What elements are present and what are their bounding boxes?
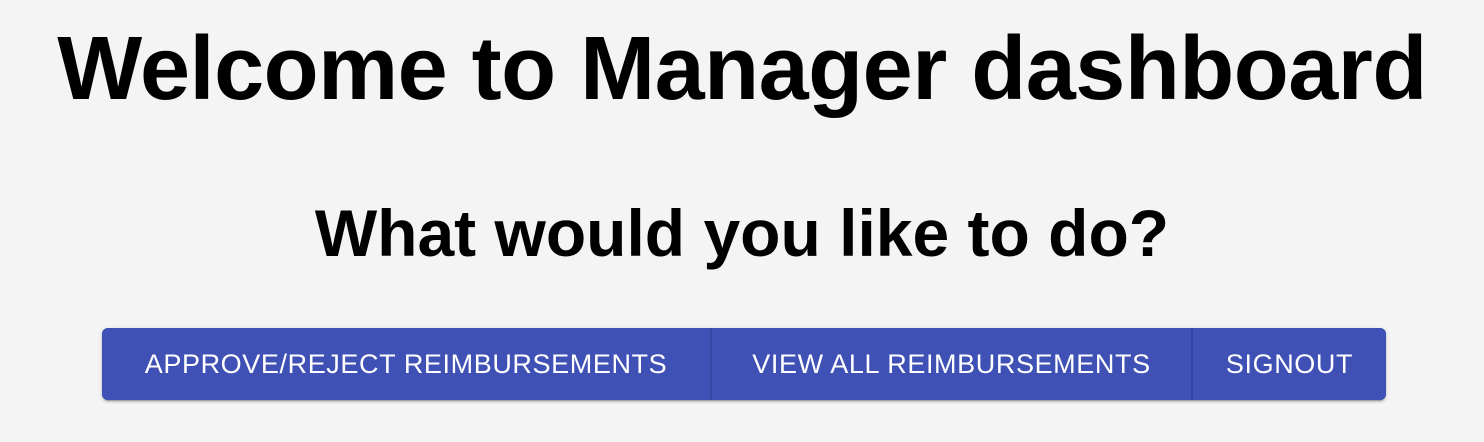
signout-button[interactable]: SIGNOUT <box>1191 328 1386 400</box>
manager-dashboard-page: Welcome to Manager dashboard What would … <box>0 0 1484 442</box>
action-button-group: APPROVE/REJECT REIMBURSEMENTS VIEW ALL R… <box>102 328 1386 400</box>
approve-reject-reimbursements-button[interactable]: APPROVE/REJECT REIMBURSEMENTS <box>102 328 710 400</box>
page-title: Welcome to Manager dashboard <box>57 19 1427 119</box>
page-subtitle: What would you like to do? <box>314 196 1170 270</box>
view-all-reimbursements-button[interactable]: VIEW ALL REIMBURSEMENTS <box>710 328 1191 400</box>
